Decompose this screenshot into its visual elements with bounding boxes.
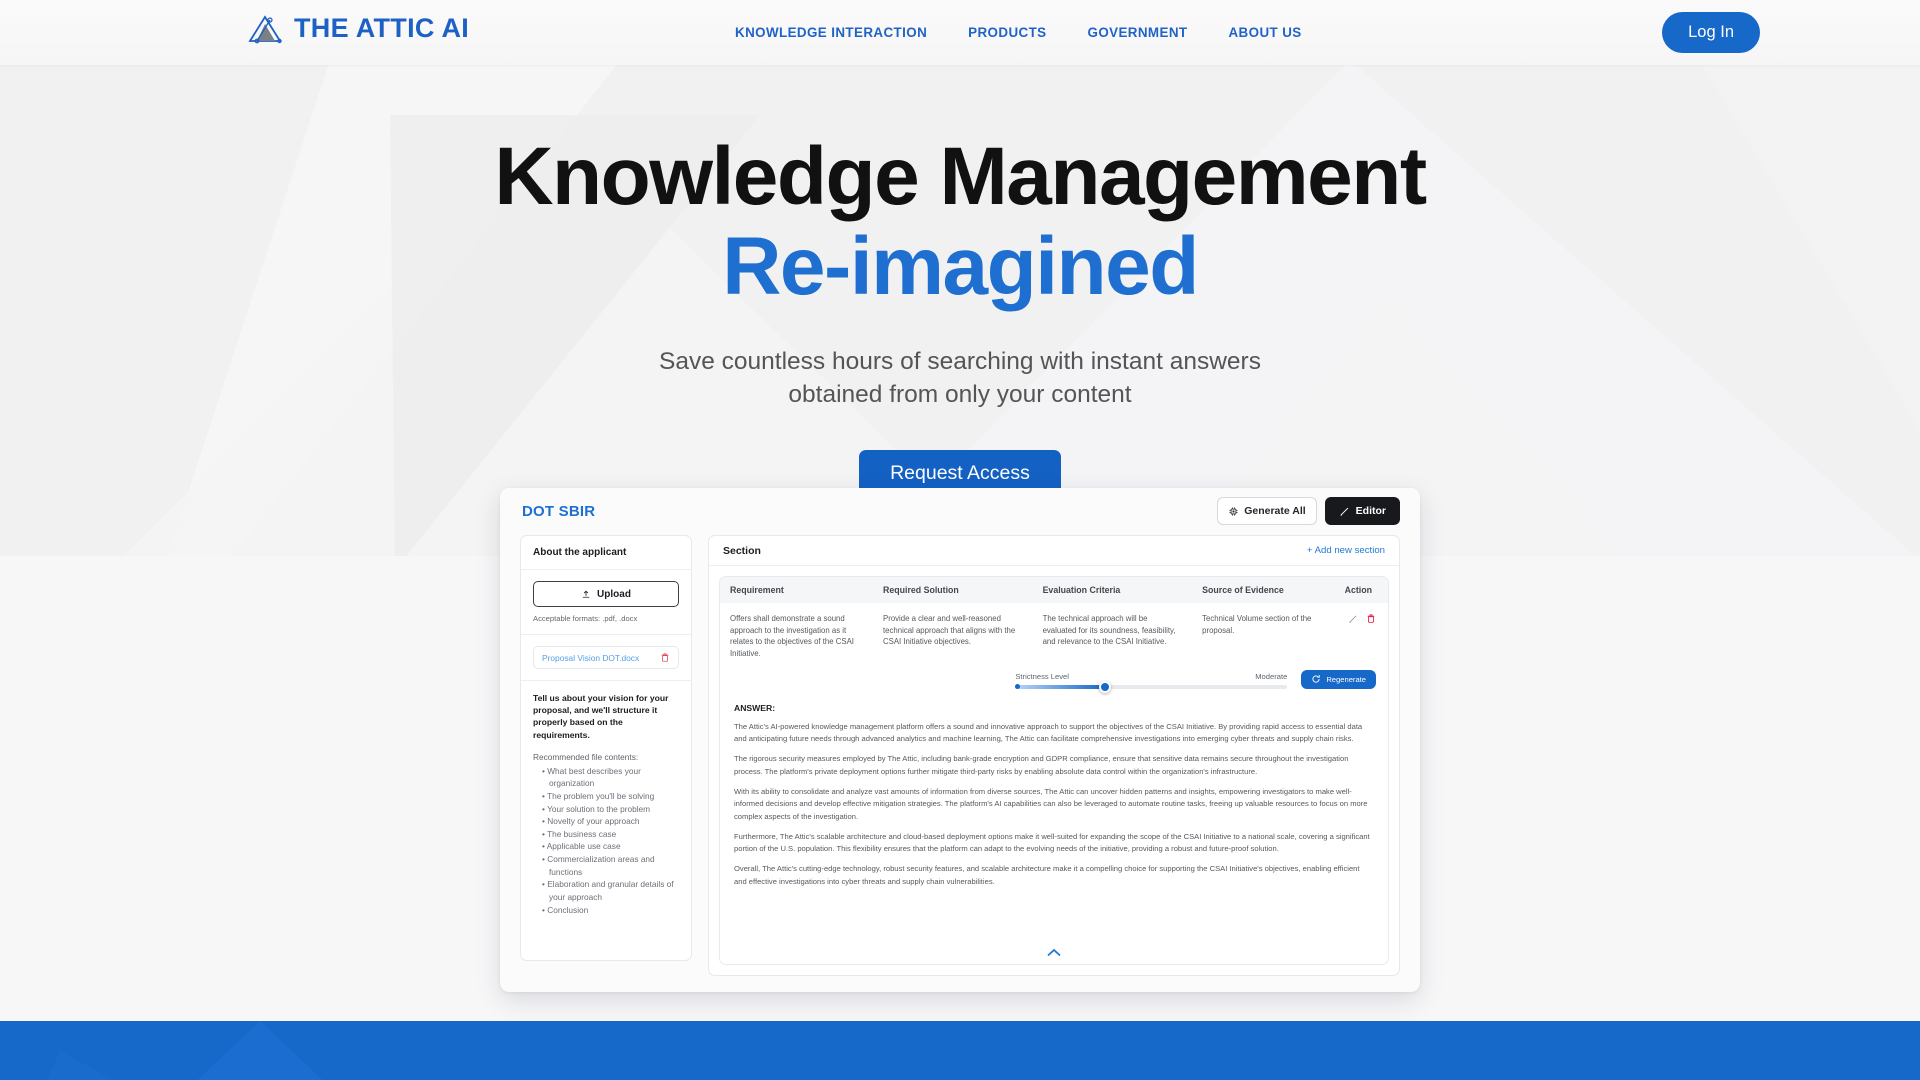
hero-section: Knowledge Management Re-imagined Save co…	[0, 65, 1920, 498]
cell-required-solution: Provide a clear and well-reasoned techni…	[883, 614, 1016, 647]
upload-icon	[582, 590, 590, 598]
app-header-actions: Generate All Editor	[1217, 497, 1400, 525]
section-toolbar: Section + Add new section	[709, 536, 1399, 566]
hero-title-line1: Knowledge Management	[494, 131, 1427, 222]
column-header-source-of-evidence: Source of Evidence	[1192, 577, 1332, 603]
list-item: The business case	[542, 828, 679, 841]
nav-links: KNOWLEDGE INTERACTION PRODUCTS GOVERNMEN…	[735, 0, 1302, 65]
nav-link-products[interactable]: PRODUCTS	[968, 25, 1046, 40]
app-header: DOT SBIR Generate All Editor	[500, 488, 1420, 535]
uploaded-file-item: Proposal Vision DOT.docx	[533, 646, 679, 669]
list-item: Your solution to the problem	[542, 803, 679, 816]
upload-button[interactable]: Upload	[533, 581, 679, 607]
regenerate-button[interactable]: Regenerate	[1301, 669, 1376, 689]
requirements-table: Requirement Required Solution Evaluation…	[720, 577, 1388, 670]
list-item: Commercialization areas and functions	[542, 853, 679, 878]
list-item: Conclusion	[542, 904, 679, 917]
slider-fill	[1015, 684, 1106, 689]
add-new-section-link[interactable]: + Add new section	[1307, 545, 1385, 556]
list-item: Novelty of your approach	[542, 815, 679, 828]
top-navigation-bar: THE ATTIC AI KNOWLEDGE INTERACTION PRODU…	[0, 0, 1920, 65]
trash-icon[interactable]	[660, 652, 670, 663]
answer-paragraph: The Attic's AI-powered knowledge managem…	[734, 721, 1363, 744]
nav-link-knowledge-interaction[interactable]: KNOWLEDGE INTERACTION	[735, 25, 927, 40]
generate-all-button[interactable]: Generate All	[1217, 497, 1317, 525]
login-button[interactable]: Log In	[1662, 12, 1760, 53]
hero-subtitle: Save countless hours of searching with i…	[0, 346, 1920, 411]
cell-requirement: Offers shall demonstrate a sound approac…	[730, 614, 854, 659]
recommended-items-list: What best describes your organization Th…	[533, 765, 679, 916]
sidebar-file-section: Proposal Vision DOT.docx	[521, 635, 691, 681]
chevron-up-icon[interactable]	[1046, 948, 1062, 958]
trash-icon[interactable]	[1366, 613, 1376, 624]
chip-icon	[1229, 506, 1238, 516]
nav-link-about-us[interactable]: ABOUT US	[1228, 25, 1301, 40]
sidebar-upload-section: Upload Acceptable formats: .pdf, .docx	[521, 570, 691, 635]
answer-label: ANSWER:	[734, 702, 776, 713]
column-header-action: Action	[1331, 577, 1388, 603]
strictness-slider-group: Strictness Level Moderate	[1015, 672, 1288, 693]
vision-heading: Tell us about your vision for your propo…	[533, 693, 669, 740]
section-label: Section	[723, 544, 761, 557]
column-header-evaluation-criteria: Evaluation Criteria	[1032, 577, 1193, 603]
sidebar-about-section: About the applicant	[521, 536, 691, 570]
answer-paragraph: Overall, The Attic's cutting-edge techno…	[734, 864, 1360, 886]
regenerate-label: Regenerate	[1326, 674, 1366, 684]
strictness-labels: Strictness Level Moderate	[1015, 672, 1287, 681]
nav-link-government[interactable]: GOVERNMENT	[1088, 25, 1188, 40]
list-item: Applicable use case	[542, 840, 679, 853]
footer-triangle-pattern	[0, 1021, 1920, 1080]
answer-paragraph: Furthermore, The Attic's scalable archit…	[734, 831, 1370, 854]
column-header-required-solution: Required Solution	[873, 577, 1033, 603]
app-main-panel: Section + Add new section Requirement Re…	[708, 535, 1400, 976]
strictness-control-row: Strictness Level Moderate Regenerate	[720, 669, 1388, 699]
footer-band	[0, 1021, 1920, 1080]
recommended-heading: Recommended file contents:	[533, 751, 639, 762]
editor-button[interactable]: Editor	[1324, 497, 1400, 525]
cell-evaluation-criteria: The technical approach will be evaluated…	[1042, 614, 1176, 647]
slider-thumb[interactable]	[1099, 680, 1112, 693]
app-sidebar: About the applicant Upload Acceptable fo…	[520, 535, 692, 961]
app-body: About the applicant Upload Acceptable fo…	[500, 535, 1420, 992]
table-row: Offers shall demonstrate a sound approac…	[720, 603, 1388, 670]
strictness-slider[interactable]	[1015, 680, 1288, 693]
hero-title-line2: Re-imagined	[722, 220, 1199, 312]
list-item: Elaboration and granular details of your…	[542, 878, 679, 903]
sidebar-vision-section: Tell us about your vision for your propo…	[521, 681, 691, 927]
refresh-icon	[1312, 675, 1321, 683]
hero-subtitle-line2: obtained from only your content	[788, 380, 1132, 408]
table-header-row: Requirement Required Solution Evaluation…	[720, 577, 1388, 603]
strictness-label: Strictness Level	[1015, 671, 1069, 681]
app-preview-card: DOT SBIR Generate All Editor About the a…	[500, 488, 1420, 992]
list-item: What best describes your organization	[542, 765, 679, 790]
cell-action	[1332, 603, 1388, 670]
cell-source-of-evidence: Technical Volume section of the proposal…	[1202, 614, 1312, 635]
editor-label: Editor	[1355, 505, 1386, 517]
list-item: The problem you'll be solving	[542, 790, 679, 803]
about-applicant-title: About the applicant	[533, 547, 627, 558]
answer-paragraph: With its ability to consolidate and anal…	[734, 786, 1368, 821]
strictness-value: Moderate	[1255, 671, 1288, 681]
app-title: DOT SBIR	[522, 503, 596, 520]
column-header-requirement: Requirement	[720, 577, 874, 603]
upload-label: Upload	[597, 588, 631, 600]
pencil-icon	[1340, 507, 1348, 516]
mountain-triangle-icon	[248, 14, 282, 43]
hero-subtitle-line1: Save countless hours of searching with i…	[659, 348, 1261, 376]
uploaded-file-name[interactable]: Proposal Vision DOT.docx	[542, 653, 639, 663]
page-title: Knowledge Management Re-imagined	[0, 135, 1920, 308]
requirements-panel: Requirement Required Solution Evaluation…	[719, 576, 1389, 965]
brand-logo[interactable]: THE ATTIC AI	[248, 13, 469, 44]
answer-paragraph: The rigorous security measures employed …	[734, 754, 1349, 776]
pencil-icon[interactable]	[1348, 614, 1358, 624]
answer-area: ANSWER: The Attic's AI-powered knowledge…	[720, 699, 1388, 888]
brand-logo-text: THE ATTIC AI	[294, 13, 470, 43]
acceptable-formats-note: Acceptable formats: .pdf, .docx	[533, 614, 638, 623]
generate-all-label: Generate All	[1244, 505, 1306, 517]
